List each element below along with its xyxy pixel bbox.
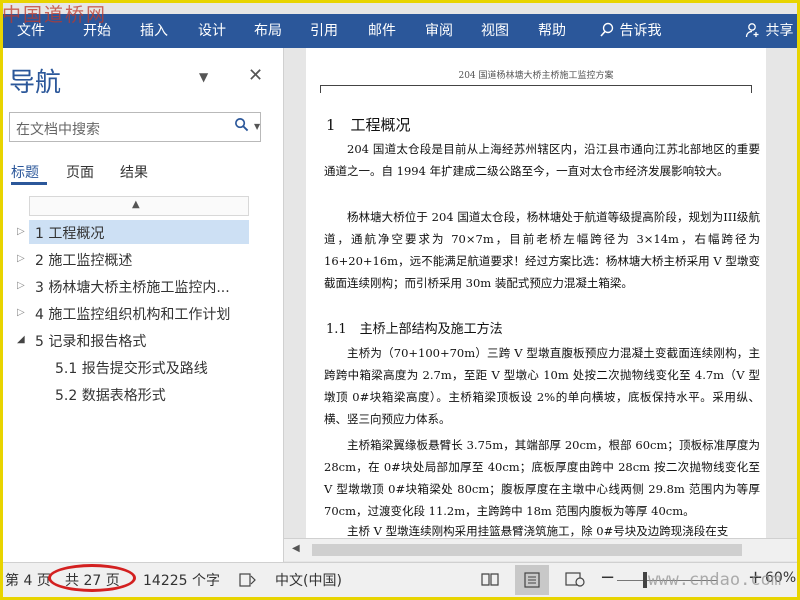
site-watermark: 中国道桥网 bbox=[2, 4, 108, 26]
screenshot-frame bbox=[0, 0, 800, 600]
bottom-watermark: www.cndao.com bbox=[648, 570, 782, 590]
